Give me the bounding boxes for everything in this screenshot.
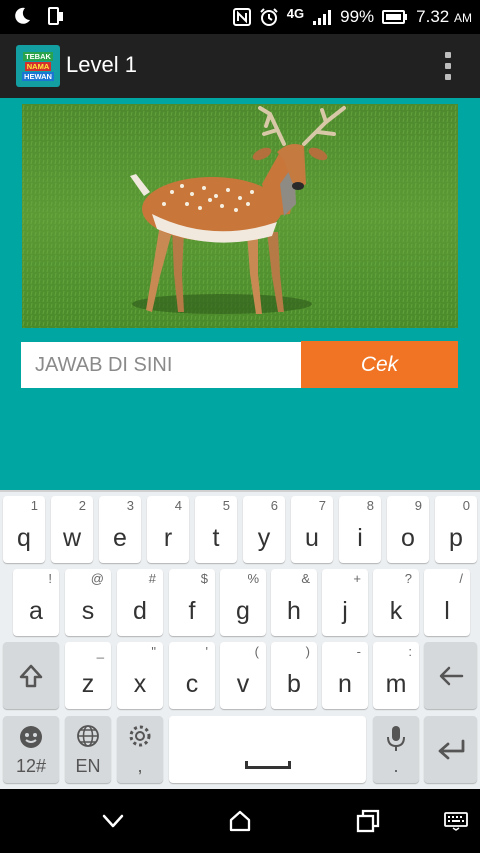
spacebar[interactable] xyxy=(169,716,366,783)
key-a[interactable]: ! a xyxy=(13,569,59,636)
emoji-icon xyxy=(3,724,59,750)
key-m[interactable]: :m xyxy=(373,642,419,709)
key-t[interactable]: 5t xyxy=(195,496,237,563)
key-w[interactable]: 2w xyxy=(51,496,93,563)
period-key[interactable]: . xyxy=(373,716,419,783)
key-c[interactable]: ' c xyxy=(169,642,215,709)
nfc-icon xyxy=(232,8,251,26)
status-bar: 4G 99% 7.32 AM xyxy=(0,0,480,34)
microphone-icon xyxy=(373,724,419,752)
clock: 7.32 AM xyxy=(416,7,472,26)
key-p[interactable]: 0p xyxy=(435,496,477,563)
recents-icon[interactable] xyxy=(356,809,380,838)
key-u[interactable]: 7u xyxy=(291,496,333,563)
shift-key[interactable] xyxy=(3,642,59,709)
key-r[interactable]: 4r xyxy=(147,496,189,563)
key-l[interactable]: / l xyxy=(424,569,470,636)
signal-icon xyxy=(312,8,332,26)
globe-icon xyxy=(65,724,111,748)
on-screen-keyboard: 1q 2w 3e 4r 5t 6y 7u 8i 9o 0p ! a @ s # d $… xyxy=(0,490,480,789)
back-icon[interactable] xyxy=(101,809,125,838)
enter-arrow-icon xyxy=(424,716,477,783)
key-z[interactable]: _ z xyxy=(65,642,111,709)
space-bar-icon xyxy=(245,761,291,769)
key-h[interactable]: & h xyxy=(271,569,317,636)
key-i[interactable]: 8i xyxy=(339,496,381,563)
key-e[interactable]: 3e xyxy=(99,496,141,563)
battery-icon xyxy=(382,9,408,25)
app-bar: TEBAK NAMA HEWAN Level 1 xyxy=(0,34,480,98)
key-q[interactable]: 1q xyxy=(3,496,45,563)
shift-arrow-icon xyxy=(3,642,59,709)
key-y[interactable]: 6y xyxy=(243,496,285,563)
backspace-arrow-icon xyxy=(424,642,477,709)
key-v[interactable]: (v xyxy=(220,642,266,709)
alarm-icon xyxy=(259,7,279,27)
key-k[interactable]: ? k xyxy=(373,569,419,636)
page-title: Level 1 xyxy=(66,52,137,77)
network-type: 4G xyxy=(286,5,305,21)
enter-key[interactable] xyxy=(424,716,477,783)
animal-image xyxy=(22,104,458,328)
overflow-menu-icon[interactable] xyxy=(442,50,454,82)
comma-key[interactable]: , xyxy=(117,716,163,783)
app-logo: TEBAK NAMA HEWAN xyxy=(16,45,60,87)
symbols-key[interactable]: 12# xyxy=(3,716,59,783)
moon-icon xyxy=(12,6,32,26)
key-s[interactable]: @ s xyxy=(65,569,111,636)
key-b[interactable]: ) b xyxy=(271,642,317,709)
key-j[interactable]: + j xyxy=(322,569,368,636)
backspace-key[interactable] xyxy=(424,642,477,709)
check-button[interactable]: Cek xyxy=(301,341,458,388)
settings-gear-icon xyxy=(117,724,163,748)
key-d[interactable]: # d xyxy=(117,569,163,636)
battery-percent: 99% xyxy=(340,7,375,26)
key-g[interactable]: % g xyxy=(220,569,266,636)
key-f[interactable]: $ f xyxy=(169,569,215,636)
language-key[interactable]: EN xyxy=(65,716,111,783)
key-n[interactable]: -n xyxy=(322,642,368,709)
game-area: Cek xyxy=(0,98,480,490)
navigation-bar xyxy=(0,789,480,853)
phone-screen-icon xyxy=(46,6,66,26)
key-o[interactable]: 9o xyxy=(387,496,429,563)
key-x[interactable]: " x xyxy=(117,642,163,709)
keyboard-switch-icon[interactable] xyxy=(444,811,468,836)
answer-input[interactable] xyxy=(21,342,301,388)
home-icon[interactable] xyxy=(228,809,252,838)
